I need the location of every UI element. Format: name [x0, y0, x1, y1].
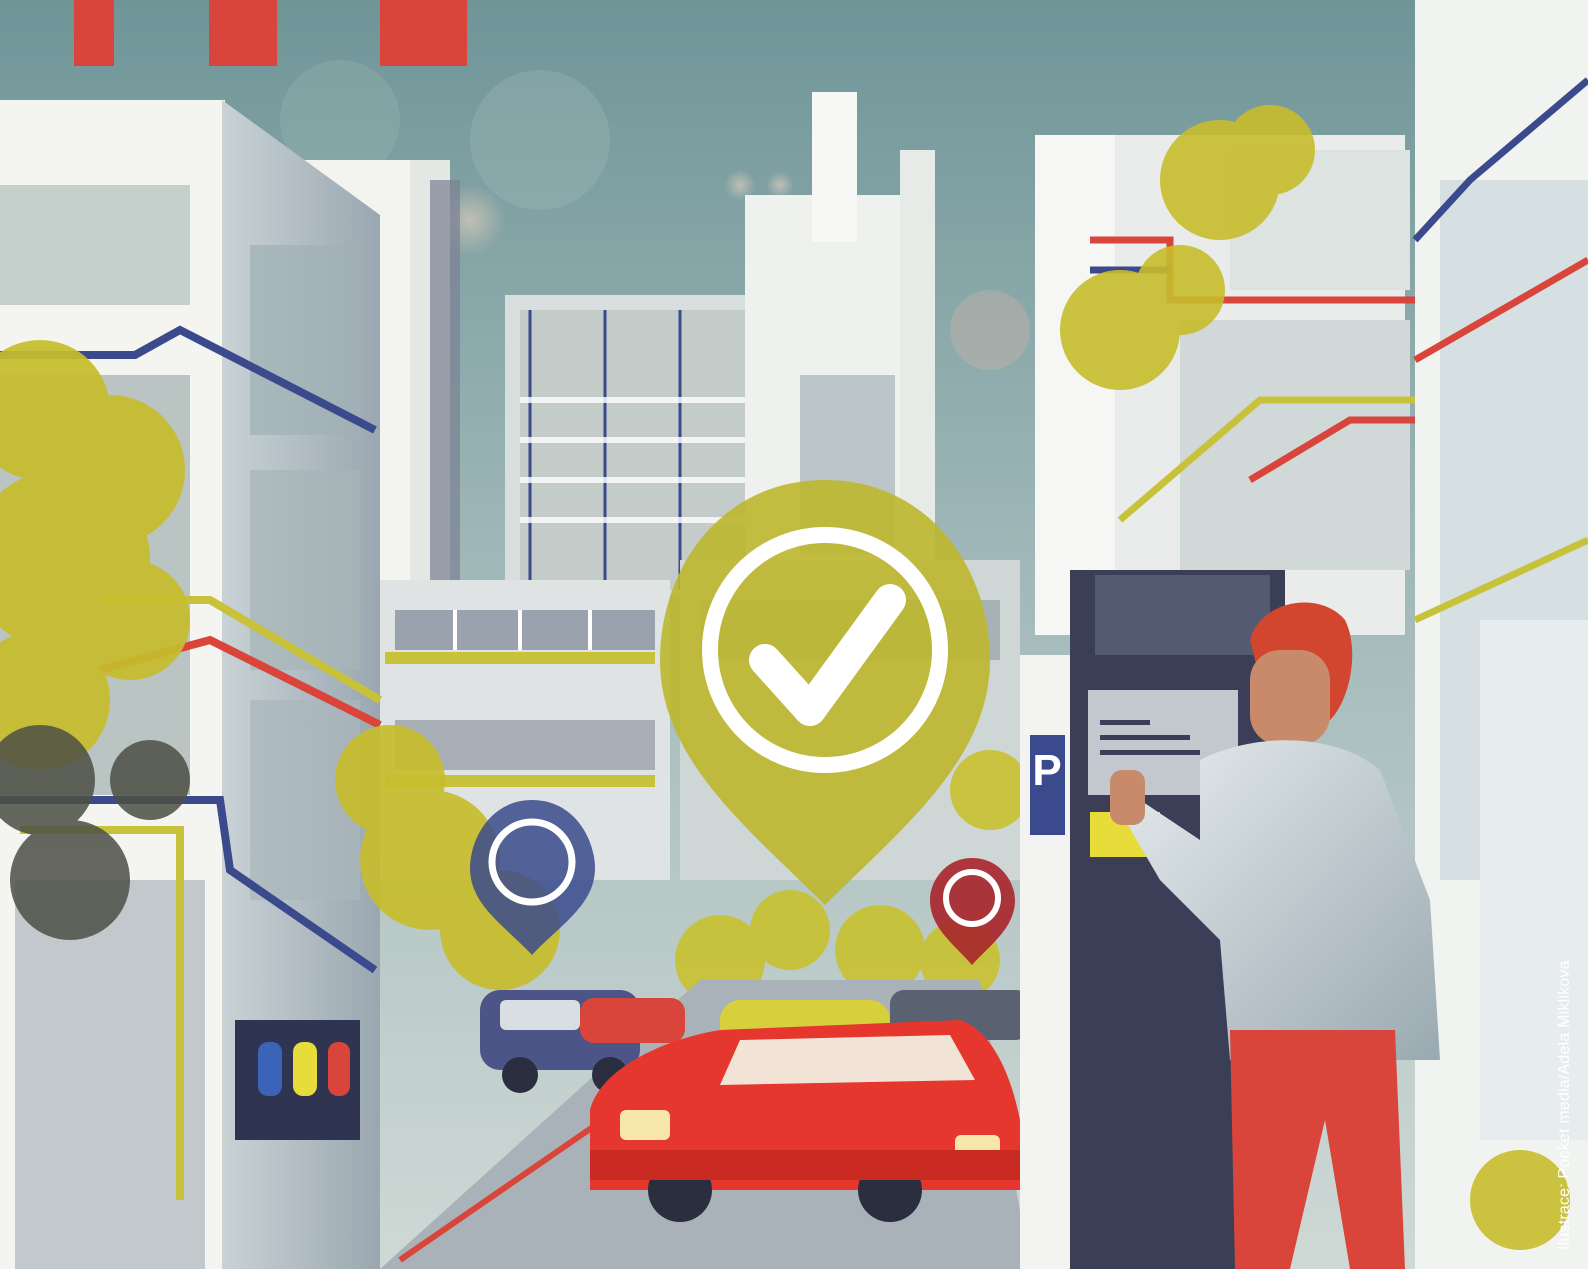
city-illustration: P — [0, 0, 1588, 1269]
parking-sign-letter: P — [1032, 746, 1061, 795]
red-tab-1 — [74, 0, 114, 66]
illustration-credit: Ilustrace: Pocket media/Adela Miklikova — [1556, 960, 1573, 1250]
illustration-canvas: P Ilustrace: Pocket media/Adela Miklikov… — [0, 0, 1588, 1269]
red-tab-2 — [209, 0, 277, 66]
red-tab-3 — [380, 0, 467, 66]
car-icons-sign — [258, 1042, 350, 1096]
